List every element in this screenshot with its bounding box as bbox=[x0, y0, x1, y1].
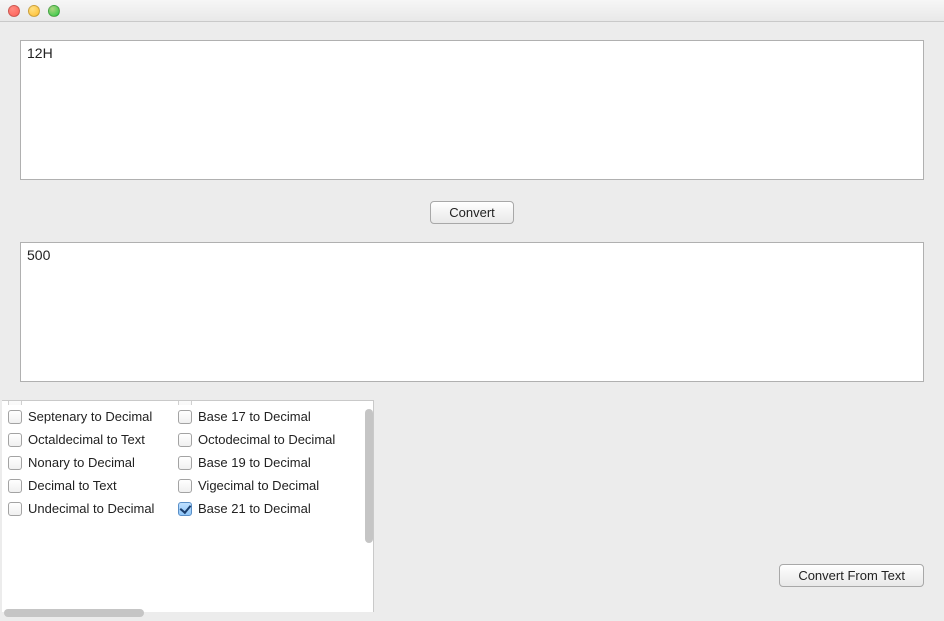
option-label: Base 19 to Decimal bbox=[198, 455, 311, 470]
options-column-left: Senary to DecimalSeptenary to DecimalOct… bbox=[8, 400, 178, 520]
convert-from-text-button[interactable]: Convert From Text bbox=[779, 564, 924, 587]
option-row: Septenary to Decimal bbox=[8, 405, 178, 428]
option-row: Vigecimal to Decimal bbox=[178, 474, 367, 497]
option-checkbox[interactable] bbox=[178, 502, 192, 516]
option-checkbox[interactable] bbox=[178, 410, 192, 424]
option-checkbox[interactable] bbox=[178, 400, 192, 405]
convert-row: Convert bbox=[20, 183, 924, 242]
option-label: Vigecimal to Decimal bbox=[198, 478, 319, 493]
option-checkbox[interactable] bbox=[8, 400, 22, 405]
option-label: Nonary to Decimal bbox=[28, 455, 135, 470]
option-checkbox[interactable] bbox=[8, 410, 22, 424]
output-textarea[interactable] bbox=[20, 242, 924, 382]
option-row: Base 21 to Decimal bbox=[178, 497, 367, 520]
option-checkbox[interactable] bbox=[8, 479, 22, 493]
option-label: Base 17 to Decimal bbox=[198, 409, 311, 424]
option-checkbox[interactable] bbox=[178, 479, 192, 493]
option-row: Octaldecimal to Text bbox=[8, 428, 178, 451]
option-checkbox[interactable] bbox=[8, 433, 22, 447]
convert-button[interactable]: Convert bbox=[430, 201, 514, 224]
window-titlebar bbox=[0, 0, 944, 22]
option-row: Decimal to Text bbox=[8, 474, 178, 497]
minimize-icon[interactable] bbox=[28, 5, 40, 17]
input-textarea[interactable] bbox=[20, 40, 924, 180]
option-label: Octodecimal to Decimal bbox=[198, 432, 335, 447]
option-label: Octaldecimal to Text bbox=[28, 432, 145, 447]
close-icon[interactable] bbox=[8, 5, 20, 17]
option-checkbox[interactable] bbox=[8, 456, 22, 470]
option-row: Base 19 to Decimal bbox=[178, 451, 367, 474]
options-column-right: Hexadecimal to TextBase 17 to DecimalOct… bbox=[178, 400, 367, 520]
option-label: Undecimal to Decimal bbox=[28, 501, 154, 516]
option-row: Base 17 to Decimal bbox=[178, 405, 367, 428]
option-checkbox[interactable] bbox=[8, 502, 22, 516]
options-vertical-scrollbar[interactable] bbox=[365, 409, 373, 543]
options-horizontal-scrollbar[interactable] bbox=[4, 609, 144, 617]
option-label: Base 21 to Decimal bbox=[198, 501, 311, 516]
options-columns: Senary to DecimalSeptenary to DecimalOct… bbox=[2, 400, 373, 520]
option-row: Nonary to Decimal bbox=[8, 451, 178, 474]
option-row: Octodecimal to Decimal bbox=[178, 428, 367, 451]
option-label: Decimal to Text bbox=[28, 478, 117, 493]
zoom-icon[interactable] bbox=[48, 5, 60, 17]
option-checkbox[interactable] bbox=[178, 433, 192, 447]
option-checkbox[interactable] bbox=[178, 456, 192, 470]
option-row: Undecimal to Decimal bbox=[8, 497, 178, 520]
option-label: Septenary to Decimal bbox=[28, 409, 152, 424]
options-panel: Senary to DecimalSeptenary to DecimalOct… bbox=[2, 400, 374, 612]
main-content: Convert bbox=[0, 22, 944, 385]
